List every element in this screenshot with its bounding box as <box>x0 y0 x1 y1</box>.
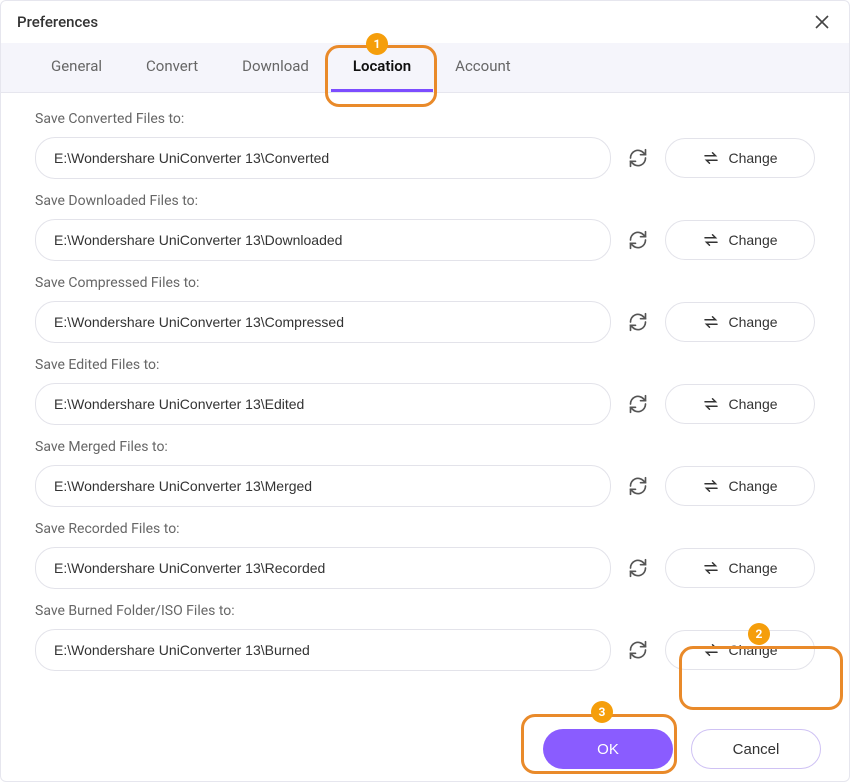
change-button-burned[interactable]: Change <box>665 630 815 670</box>
location-label-compressed: Save Compressed Files to: <box>35 275 815 291</box>
location-label-burned: Save Burned Folder/ISO Files to: <box>35 603 815 619</box>
refresh-icon <box>628 476 648 496</box>
tab-general[interactable]: General <box>29 43 124 92</box>
change-button-compressed[interactable]: Change <box>665 302 815 342</box>
close-icon <box>815 15 829 29</box>
path-input-edited[interactable] <box>35 383 611 425</box>
content-area: Save Converted Files to:ChangeSave Downl… <box>1 93 849 723</box>
path-input-converted[interactable] <box>35 137 611 179</box>
change-button-converted[interactable]: Change <box>665 138 815 178</box>
location-row-converted: Save Converted Files to: Change <box>35 111 815 179</box>
annotation-badge-1: 1 <box>366 33 388 55</box>
tab-account[interactable]: Account <box>433 43 533 92</box>
window-title: Preferences <box>17 13 98 31</box>
refresh-button-burned[interactable] <box>625 637 651 663</box>
location-label-merged: Save Merged Files to: <box>35 439 815 455</box>
refresh-icon <box>628 558 648 578</box>
path-input-recorded[interactable] <box>35 547 611 589</box>
location-row-edited: Save Edited Files to: Change <box>35 357 815 425</box>
change-label: Change <box>728 560 777 576</box>
change-button-edited[interactable]: Change <box>665 384 815 424</box>
refresh-button-converted[interactable] <box>625 145 651 171</box>
change-button-recorded[interactable]: Change <box>665 548 815 588</box>
swap-icon <box>702 559 720 577</box>
ok-button[interactable]: OK <box>543 729 673 769</box>
location-row-merged: Save Merged Files to: Change <box>35 439 815 507</box>
refresh-icon <box>628 640 648 660</box>
change-label: Change <box>728 150 777 166</box>
swap-icon <box>702 149 720 167</box>
preferences-window: Preferences GeneralConvertDownloadLocati… <box>0 0 850 782</box>
refresh-button-edited[interactable] <box>625 391 651 417</box>
footer: OK Cancel <box>1 717 849 781</box>
tabs-bar: GeneralConvertDownloadLocationAccount <box>1 43 849 93</box>
refresh-icon <box>628 312 648 332</box>
change-label: Change <box>728 478 777 494</box>
swap-icon <box>702 641 720 659</box>
titlebar: Preferences <box>1 1 849 43</box>
tab-download[interactable]: Download <box>220 43 331 92</box>
location-row-downloaded: Save Downloaded Files to: Change <box>35 193 815 261</box>
location-row-compressed: Save Compressed Files to: Change <box>35 275 815 343</box>
swap-icon <box>702 477 720 495</box>
annotation-badge-2: 2 <box>748 623 770 645</box>
annotation-badge-3: 3 <box>591 701 613 723</box>
path-input-merged[interactable] <box>35 465 611 507</box>
location-label-recorded: Save Recorded Files to: <box>35 521 815 537</box>
swap-icon <box>702 313 720 331</box>
refresh-icon <box>628 394 648 414</box>
tab-convert[interactable]: Convert <box>124 43 220 92</box>
cancel-button[interactable]: Cancel <box>691 729 821 769</box>
refresh-icon <box>628 148 648 168</box>
change-label: Change <box>728 232 777 248</box>
refresh-button-recorded[interactable] <box>625 555 651 581</box>
change-label: Change <box>728 314 777 330</box>
change-label: Change <box>728 396 777 412</box>
path-input-compressed[interactable] <box>35 301 611 343</box>
change-button-merged[interactable]: Change <box>665 466 815 506</box>
refresh-button-downloaded[interactable] <box>625 227 651 253</box>
refresh-button-merged[interactable] <box>625 473 651 499</box>
location-row-recorded: Save Recorded Files to: Change <box>35 521 815 589</box>
location-label-converted: Save Converted Files to: <box>35 111 815 127</box>
path-input-burned[interactable] <box>35 629 611 671</box>
refresh-button-compressed[interactable] <box>625 309 651 335</box>
swap-icon <box>702 231 720 249</box>
location-label-downloaded: Save Downloaded Files to: <box>35 193 815 209</box>
location-row-burned: Save Burned Folder/ISO Files to: Change <box>35 603 815 671</box>
swap-icon <box>702 395 720 413</box>
refresh-icon <box>628 230 648 250</box>
location-label-edited: Save Edited Files to: <box>35 357 815 373</box>
path-input-downloaded[interactable] <box>35 219 611 261</box>
change-label: Change <box>728 642 777 658</box>
close-button[interactable] <box>811 11 833 33</box>
change-button-downloaded[interactable]: Change <box>665 220 815 260</box>
